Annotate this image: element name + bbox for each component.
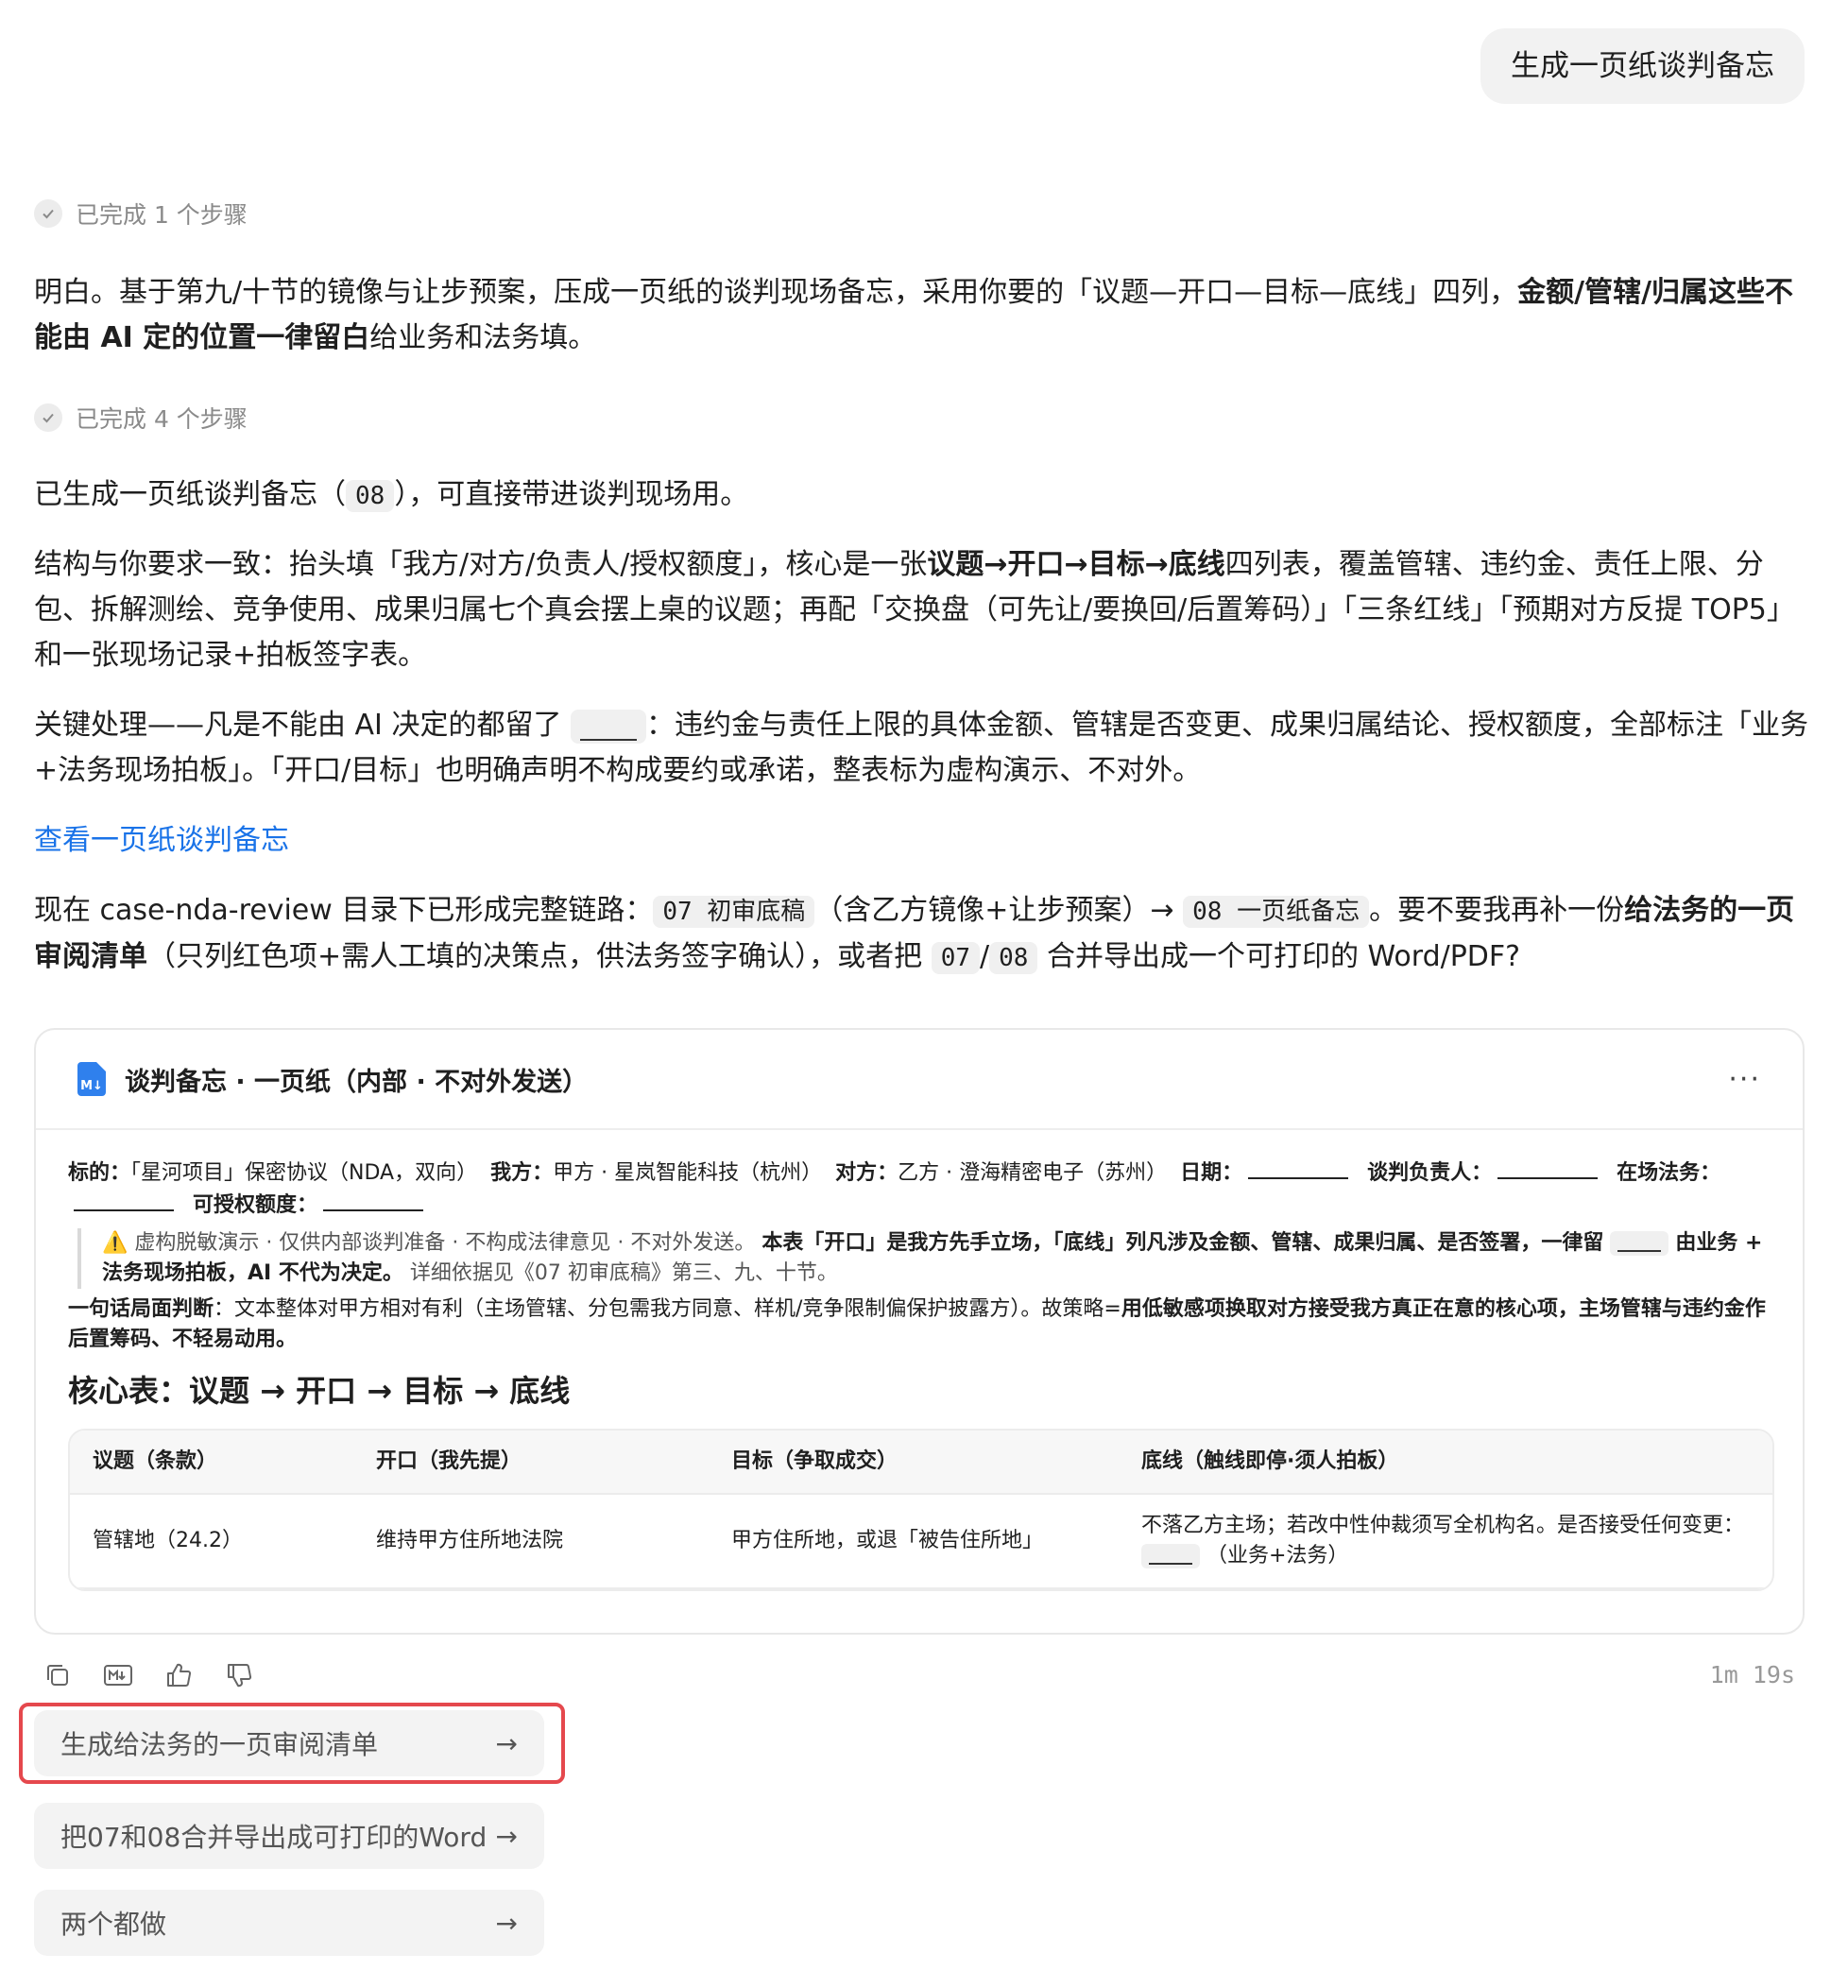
- column-header: 底线（触线即停·须人拍板）: [1141, 1449, 1399, 1473]
- inline-code: 07: [931, 942, 980, 974]
- suggestion-button[interactable]: 把07和08合并导出成可打印的Word →: [34, 1803, 544, 1869]
- suggestion-label: 把07和08合并导出成可打印的Word: [60, 1822, 488, 1853]
- text: ），可直接带进谈判现场用。: [394, 478, 749, 511]
- text: （含乙方镜像+让步预案）→: [814, 894, 1174, 927]
- suggestion-button[interactable]: 生成给法务的一页审阅清单 →: [34, 1710, 544, 1776]
- section-heading: 核心表：议题 → 开口 → 目标 → 底线: [68, 1373, 571, 1409]
- text: 不落乙方主场；若改中性仲裁须写全机构名。是否接受任何变更：: [1141, 1514, 1745, 1537]
- text: 详细依据见《07 初审底稿》第三、九、十节。: [409, 1261, 838, 1285]
- card-title: 谈判备忘 · 一页纸（内部 · 不对外发送）: [125, 1067, 589, 1097]
- text: 给业务和法务填。: [369, 321, 597, 354]
- table-row: 管辖地（24.2） 维持甲方住所地法院 甲方住所地，或退「被告住所地」 不落乙方…: [70, 1495, 1772, 1589]
- bold-text: 一句话局面判断: [68, 1297, 214, 1321]
- summary-line: 一句话局面判断：文本整体对甲方相对有利（主场管辖、分包需我方同意、样机/竞争限制…: [68, 1294, 1771, 1355]
- inline-code: 08: [346, 480, 395, 512]
- column-header: 议题（条款）: [93, 1449, 218, 1473]
- text: ：文本整体对甲方相对有利（主场管辖、分包需我方同意、样机/竞争限制偏保护披露方）…: [214, 1297, 1121, 1321]
- text: 现在 case-nda-review 目录下已形成完整链路：: [34, 894, 654, 927]
- arrow-right-icon: →: [495, 1820, 518, 1852]
- field-label: 谈判负责人：: [1367, 1161, 1493, 1185]
- text: 虚构脱敏演示 · 仅供内部谈判准备 · 不构成法律意见 · 不对外发送。: [134, 1231, 756, 1255]
- bold-text: 本表「开口」是我方先手立场，「底线」列凡涉及金额、管辖、成果归属、是否签署，一律…: [761, 1231, 1604, 1255]
- arrow-right-icon: →: [495, 1727, 518, 1759]
- table-cell: 维持甲方住所地法院: [376, 1529, 564, 1552]
- thumbs-down-icon[interactable]: [223, 1659, 255, 1691]
- assistant-paragraph: 现在 case-nda-review 目录下已形成完整链路： 07 初审底稿 （含乙…: [34, 888, 1810, 981]
- document-preview-card[interactable]: M↓ 谈判备忘 · 一页纸（内部 · 不对外发送） ··· 标的：「星河项目」保…: [34, 1028, 1805, 1635]
- text: 已生成一页纸谈判备忘（: [34, 478, 346, 511]
- text: /: [980, 940, 990, 973]
- text: 结构与你要求一致：抬头填「我方/对方/负责人/授权额度」，核心是一张: [34, 548, 928, 581]
- user-message-bubble: 生成一页纸谈判备忘: [1480, 28, 1805, 104]
- blank-placeholder: [1141, 1544, 1200, 1568]
- inline-code: 08: [989, 942, 1038, 974]
- blank-placeholder: [571, 709, 646, 744]
- field-label: 在场法务：: [1617, 1161, 1721, 1185]
- blank-placeholder: [1610, 1231, 1669, 1256]
- text: 。要不要我再补一份: [1369, 894, 1625, 927]
- text: （只列红色项+需人工填的决策点，供法务签字确认），或者把: [147, 940, 923, 973]
- table-cell: 管辖地（24.2）: [93, 1529, 243, 1552]
- text: 合并导出成一个可打印的 Word/PDF?: [1046, 940, 1521, 973]
- blank-line: [323, 1189, 424, 1211]
- view-memo-link[interactable]: 查看一页纸谈判备忘: [34, 818, 1810, 864]
- steps-label: 已完成 1 个步骤: [76, 201, 248, 229]
- field-label: 标的：: [68, 1161, 131, 1185]
- check-icon: [34, 403, 62, 432]
- blank-line: [74, 1189, 174, 1211]
- assistant-paragraph: 明白。基于第九/十节的镜像与让步预案，压成一页纸的谈判现场备忘，采用你要的「议题…: [34, 270, 1810, 361]
- document-body: 标的：「星河项目」保密协议（NDA，双向） 我方：甲方 · 星岚智能科技（杭州）…: [36, 1130, 1803, 1591]
- blank-line: [1497, 1157, 1599, 1179]
- message-actions: [42, 1659, 255, 1691]
- thumbs-up-icon[interactable]: [163, 1659, 195, 1691]
- response-duration: 1m 19s: [1709, 1661, 1795, 1688]
- warning-quote: ⚠️ 虚构脱敏演示 · 仅供内部谈判准备 · 不构成法律意见 · 不对外发送。 …: [77, 1228, 1771, 1289]
- assistant-paragraph: 结构与你要求一致：抬头填「我方/对方/负责人/授权额度」，核心是一张议题→开口→…: [34, 542, 1810, 678]
- text: （业务+法务）: [1206, 1544, 1349, 1568]
- column-header: 目标（争取成交）: [731, 1449, 898, 1473]
- text: 明白。基于第九/十节的镜像与让步预案，压成一页纸的谈判现场备忘，采用你要的「议题…: [34, 276, 1518, 309]
- copy-icon[interactable]: [42, 1659, 74, 1691]
- steps-label: 已完成 4 个步骤: [76, 405, 248, 433]
- check-icon: [34, 199, 62, 228]
- markdown-file-icon: M↓: [77, 1062, 106, 1096]
- field-label: 可授权额度：: [193, 1193, 318, 1217]
- suggestion-label: 生成给法务的一页审阅清单: [60, 1729, 379, 1760]
- field-value: 「星河项目」保密协议（NDA，双向）: [130, 1161, 478, 1185]
- header-fields: 标的：「星河项目」保密协议（NDA，双向） 我方：甲方 · 星岚智能科技（杭州）…: [68, 1157, 1771, 1221]
- table-header-row: 议题（条款） 开口（我先提） 目标（争取成交） 底线（触线即停·须人拍板）: [70, 1431, 1772, 1495]
- bold-text: 议题→开口→目标→底线: [927, 548, 1225, 581]
- field-label: 日期：: [1180, 1161, 1243, 1185]
- column-header: 开口（我先提）: [376, 1449, 522, 1473]
- field-value: 乙方 · 澄海精密电子（苏州）: [898, 1161, 1168, 1185]
- more-options-icon[interactable]: ···: [1728, 1063, 1761, 1096]
- field-label: 对方：: [835, 1161, 898, 1185]
- arrow-right-icon: →: [495, 1907, 518, 1939]
- warning-icon: ⚠️: [102, 1231, 128, 1255]
- blank-line: [1248, 1157, 1349, 1179]
- suggestion-button[interactable]: 两个都做 →: [34, 1890, 544, 1956]
- field-label: 我方：: [490, 1161, 554, 1185]
- export-markdown-icon[interactable]: [102, 1659, 134, 1691]
- text: 关键处理——凡是不能由 AI 决定的都留了: [34, 709, 562, 742]
- steps-completed-toggle[interactable]: 已完成 4 个步骤: [34, 401, 248, 435]
- assistant-paragraph: 已生成一页纸谈判备忘（ 08 ），可直接带进谈判现场用。: [34, 472, 1810, 519]
- table-cell: 甲方住所地，或退「被告住所地」: [731, 1529, 1044, 1552]
- table-cell: 不落乙方主场；若改中性仲裁须写全机构名。是否接受任何变更： （业务+法务）: [1141, 1511, 1746, 1571]
- inline-code: 08 一页纸备忘: [1183, 896, 1370, 928]
- steps-completed-toggle[interactable]: 已完成 1 个步骤: [34, 197, 248, 231]
- card-header: M↓ 谈判备忘 · 一页纸（内部 · 不对外发送） ···: [36, 1030, 1803, 1130]
- core-table: 议题（条款） 开口（我先提） 目标（争取成交） 底线（触线即停·须人拍板） 管辖…: [68, 1429, 1774, 1591]
- field-value: 甲方 · 星岚智能科技（杭州）: [553, 1161, 823, 1185]
- suggestion-label: 两个都做: [60, 1909, 167, 1940]
- assistant-paragraph: 关键处理——凡是不能由 AI 决定的都留了 ：违约金与责任上限的具体金额、管辖是…: [34, 703, 1810, 794]
- inline-code: 07 初审底稿: [653, 896, 815, 928]
